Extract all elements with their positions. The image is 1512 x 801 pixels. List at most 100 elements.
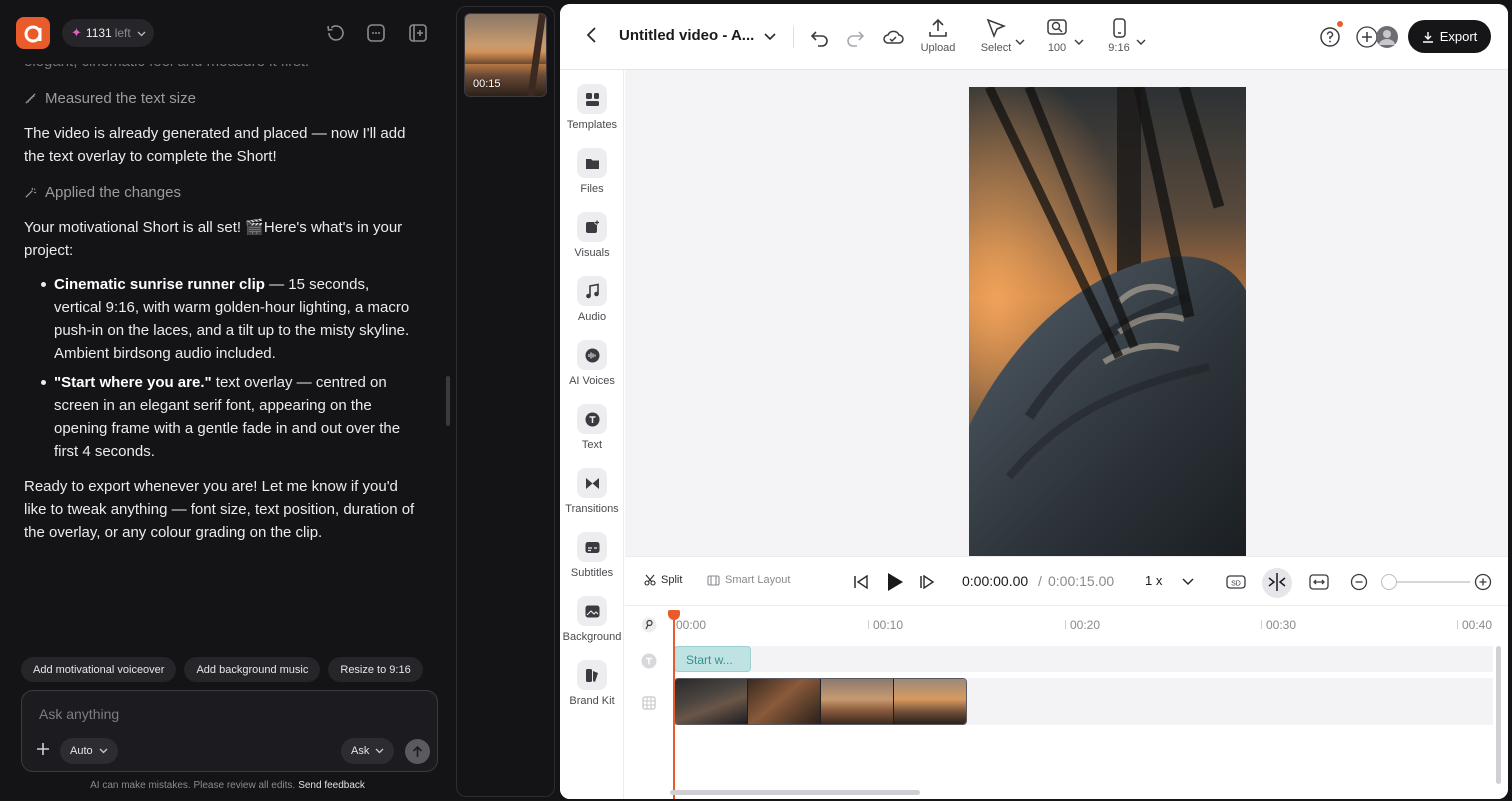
split-button[interactable]: Split (644, 574, 682, 586)
video-track-icon (641, 695, 657, 711)
chip-add-voiceover[interactable]: Add motivational voiceover (21, 657, 177, 682)
phone-icon (1113, 18, 1126, 38)
export-button[interactable]: Export (1408, 20, 1491, 53)
snap-icon[interactable] (1266, 572, 1286, 592)
playhead[interactable] (673, 611, 675, 799)
folder-icon (585, 158, 599, 169)
upload-icon (929, 18, 947, 37)
step-applied-label: Applied the changes (45, 184, 181, 201)
zoom-in-icon[interactable] (1474, 573, 1492, 591)
aspect-ratio-button[interactable]: 9:16 (1097, 17, 1141, 54)
step-measured[interactable]: Measured the text size (24, 90, 420, 107)
add-attachment-icon[interactable] (35, 741, 51, 757)
zoom-slider-handle[interactable] (1381, 574, 1397, 590)
chip-add-music[interactable]: Add background music (184, 657, 321, 682)
sd-quality-icon[interactable]: SD (1225, 571, 1247, 593)
chevron-down-icon[interactable] (1074, 33, 1084, 45)
zoom-label: 100 (1047, 42, 1067, 54)
text-clip[interactable]: Start w... (674, 646, 751, 672)
history-icon[interactable] (324, 22, 346, 44)
tick-mark (1065, 620, 1066, 629)
app-logo[interactable] (16, 17, 50, 49)
smart-layout-icon (707, 574, 720, 586)
timeline-vertical-scrollbar[interactable] (1496, 646, 1501, 784)
cloud-saved-icon[interactable] (882, 26, 904, 48)
left-sidebar: Templates Files Visuals Audio AI Voices … (560, 70, 624, 799)
text-track[interactable] (673, 646, 1493, 672)
timeline[interactable]: 00:00 00:10 00:20 00:30 00:40 Start w... (625, 606, 1508, 799)
sidebar-item-visuals[interactable]: Visuals (560, 212, 624, 259)
list-item: "Start where you are." text overlay — ce… (41, 371, 420, 463)
tick-mark (868, 620, 869, 629)
select-tool-button[interactable]: Select (974, 17, 1018, 54)
fit-width-icon[interactable] (1308, 571, 1330, 593)
chevron-down-icon[interactable] (1136, 33, 1146, 45)
collaborators[interactable] (1355, 25, 1399, 49)
scene-thumbnail[interactable]: 00:15 (464, 13, 547, 97)
play-button[interactable] (883, 571, 905, 593)
credits-badge[interactable]: ✦ 1131 left (62, 19, 154, 47)
preview-canvas[interactable] (625, 70, 1508, 605)
step-applied[interactable]: Applied the changes (24, 184, 420, 201)
smart-layout-button[interactable]: Smart Layout (707, 574, 790, 586)
skip-back-icon[interactable] (851, 572, 871, 592)
sidebar-item-label: AI Voices (569, 375, 615, 387)
chat-list-icon[interactable] (365, 22, 387, 44)
video-frame-art (969, 87, 1246, 556)
mode-ask-select[interactable]: Ask (341, 738, 395, 764)
logo-icon (24, 25, 42, 43)
project-title[interactable]: Untitled video - A... (619, 27, 754, 44)
back-icon[interactable] (584, 26, 600, 44)
sidebar-item-background[interactable]: Background (560, 596, 624, 643)
sidebar-item-files[interactable]: Files (560, 148, 624, 195)
zoom-button[interactable]: 100 (1035, 17, 1079, 54)
timeline-marker-icon[interactable] (641, 617, 657, 633)
help-icon[interactable] (1319, 26, 1341, 48)
undo-icon[interactable] (808, 26, 830, 48)
skip-forward-icon[interactable] (917, 572, 937, 592)
chat-input[interactable]: Ask anything (39, 706, 119, 722)
send-button[interactable] (405, 739, 430, 764)
toolbar-divider (793, 26, 794, 48)
sidebar-item-brand-kit[interactable]: Brand Kit (560, 660, 624, 707)
sidebar-item-ai-voices[interactable]: AI Voices (560, 340, 624, 387)
smart-layout-label: Smart Layout (725, 574, 791, 586)
upload-button[interactable]: Upload (916, 17, 960, 54)
tick-mark (1457, 620, 1458, 629)
zoom-out-icon[interactable] (1350, 573, 1368, 591)
chat-input-box[interactable]: Ask anything Auto Ask (21, 690, 438, 772)
current-time: 0:00:00.00 (962, 573, 1029, 589)
tick-label: 00:10 (873, 618, 904, 632)
sidebar-item-label: Subtitles (570, 567, 614, 579)
playback-speed[interactable]: 1 x (1145, 573, 1162, 588)
send-feedback-link[interactable]: Send feedback (298, 780, 365, 791)
sidebar-item-subtitles[interactable]: Subtitles (560, 532, 624, 579)
timeline-horizontal-scrollbar[interactable] (670, 790, 920, 795)
tick-label: 00:00 (676, 618, 707, 632)
wand-icon (25, 187, 37, 198)
brand-kit-icon (585, 668, 598, 682)
zoom-icon (1047, 19, 1067, 35)
video-clip[interactable] (674, 678, 967, 725)
redo-icon[interactable] (845, 26, 867, 48)
sidebar-item-transitions[interactable]: Transitions (560, 468, 624, 515)
clip-frame (748, 679, 821, 724)
chevron-down-icon[interactable] (763, 30, 777, 42)
music-note-icon (585, 283, 599, 298)
sidebar-item-templates[interactable]: Templates (560, 84, 624, 131)
mode-auto-select[interactable]: Auto (60, 738, 118, 764)
chat-scrollbar[interactable] (446, 376, 450, 426)
scissors-icon (644, 574, 656, 586)
chip-resize[interactable]: Resize to 9:16 (328, 657, 423, 682)
tick-label: 00:40 (1462, 618, 1493, 632)
chevron-down-icon[interactable] (1015, 33, 1025, 45)
zoom-slider-track[interactable] (1388, 581, 1470, 583)
sidebar-item-audio[interactable]: Audio (560, 276, 624, 323)
chevron-down-icon[interactable] (1181, 574, 1195, 588)
suggestion-chips: Add motivational voiceover Add backgroun… (21, 657, 423, 682)
new-chat-icon[interactable] (407, 22, 429, 44)
video-preview[interactable] (969, 87, 1246, 556)
disclaimer: AI can make mistakes. Please review all … (0, 780, 455, 791)
sidebar-item-text[interactable]: Text (560, 404, 624, 451)
chat-messages[interactable]: elegant, cinematic feel and measure it f… (0, 44, 440, 644)
